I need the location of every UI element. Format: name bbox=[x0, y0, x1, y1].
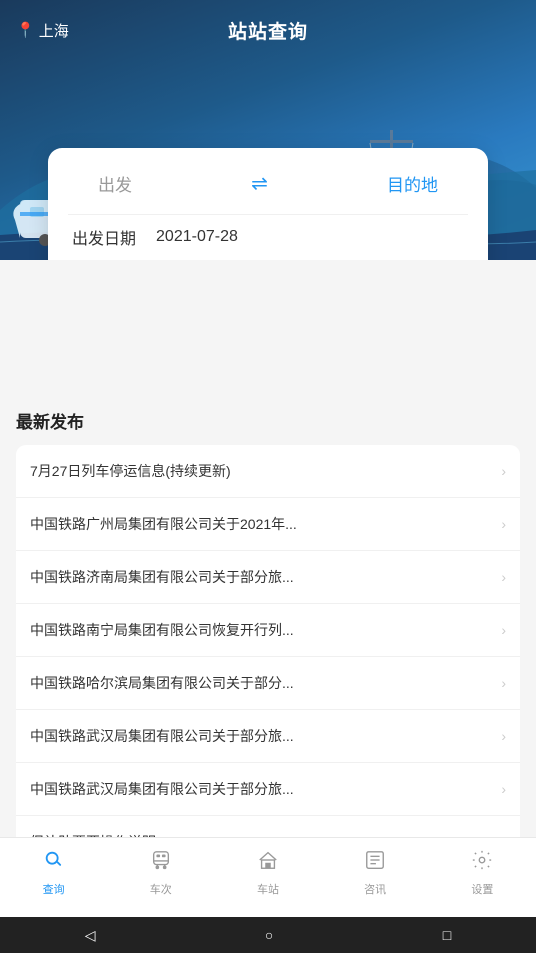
news-text: 7月27日列车停运信息(持续更新) bbox=[30, 461, 493, 481]
news-item[interactable]: 中国铁路济南局集团有限公司关于部分旅... › bbox=[16, 551, 520, 604]
nav-label-咨讯: 咨讯 bbox=[364, 881, 386, 897]
page-title: 站站查询 bbox=[228, 17, 308, 44]
nav-label-车次: 车次 bbox=[150, 881, 172, 897]
tab-row: 出发 ⇌ 目的地 bbox=[68, 148, 468, 214]
news-text: 中国铁路武汉局集团有限公司关于部分旅... bbox=[30, 779, 493, 799]
nav-icon-设置 bbox=[471, 849, 493, 877]
nav-label-设置: 设置 bbox=[471, 881, 493, 897]
news-text: 中国铁路南宁局集团有限公司恢复开行列... bbox=[30, 620, 493, 640]
nav-icon-查询 bbox=[43, 849, 65, 877]
date-label: 出发日期 bbox=[72, 225, 136, 249]
nav-label-车站: 车站 bbox=[257, 881, 279, 897]
hero-section: 📍 上海 站站查询 出发 ⇌ 目的地 出发日期 2021-07-28 只看高铁 … bbox=[0, 0, 536, 260]
chevron-right-icon: › bbox=[501, 569, 506, 585]
chevron-right-icon: › bbox=[501, 463, 506, 479]
android-recent[interactable]: □ bbox=[443, 927, 451, 943]
top-bar: 📍 上海 站站查询 bbox=[0, 0, 536, 60]
swap-button[interactable]: ⇌ bbox=[243, 166, 277, 200]
nav-item-车次[interactable]: 车次 bbox=[131, 849, 191, 897]
location-button[interactable]: 📍 上海 bbox=[16, 20, 69, 41]
chevron-right-icon: › bbox=[501, 781, 506, 797]
main-content: 最新发布 7月27日列车停运信息(持续更新) › 中国铁路广州局集团有限公司关于… bbox=[0, 408, 536, 868]
news-item[interactable]: 中国铁路武汉局集团有限公司关于部分旅... › bbox=[16, 710, 520, 763]
nav-item-咨讯[interactable]: 咨讯 bbox=[345, 849, 405, 897]
nav-label-查询: 查询 bbox=[43, 881, 65, 897]
nav-icon-车次 bbox=[150, 849, 172, 877]
news-text: 中国铁路武汉局集团有限公司关于部分旅... bbox=[30, 726, 493, 746]
chevron-right-icon: › bbox=[501, 675, 506, 691]
android-home[interactable]: ○ bbox=[265, 927, 273, 943]
news-item[interactable]: 中国铁路哈尔滨局集团有限公司关于部分... › bbox=[16, 657, 520, 710]
bottom-nav: 查询 车次 车站 咨讯 设置 bbox=[0, 837, 536, 917]
news-item[interactable]: 中国铁路南宁局集团有限公司恢复开行列... › bbox=[16, 604, 520, 657]
chevron-right-icon: › bbox=[501, 516, 506, 532]
news-list: 7月27日列车停运信息(持续更新) › 中国铁路广州局集团有限公司关于2021年… bbox=[16, 445, 520, 868]
nav-item-车站[interactable]: 车站 bbox=[238, 849, 298, 897]
nav-icon-咨讯 bbox=[364, 849, 386, 877]
android-back[interactable]: ◁ bbox=[85, 927, 96, 944]
news-text: 中国铁路广州局集团有限公司关于2021年... bbox=[30, 514, 493, 534]
news-text: 中国铁路哈尔滨局集团有限公司关于部分... bbox=[30, 673, 493, 693]
search-card: 出发 ⇌ 目的地 出发日期 2021-07-28 只看高铁 查询 bbox=[48, 148, 488, 260]
news-text: 中国铁路济南局集团有限公司关于部分旅... bbox=[30, 567, 493, 587]
chevron-right-icon: › bbox=[501, 728, 506, 744]
tab-to[interactable]: 目的地 bbox=[387, 171, 438, 196]
location-icon: 📍 bbox=[16, 21, 35, 39]
section-title: 最新发布 bbox=[16, 408, 520, 433]
tab-from[interactable]: 出发 bbox=[98, 171, 132, 196]
swap-icon: ⇌ bbox=[251, 171, 268, 196]
news-item[interactable]: 中国铁路武汉局集团有限公司关于部分旅... › bbox=[16, 763, 520, 816]
android-nav: ◁ ○ □ bbox=[0, 917, 536, 953]
nav-item-设置[interactable]: 设置 bbox=[452, 849, 512, 897]
date-value: 2021-07-28 bbox=[156, 228, 238, 246]
chevron-right-icon: › bbox=[501, 622, 506, 638]
news-item[interactable]: 中国铁路广州局集团有限公司关于2021年... › bbox=[16, 498, 520, 551]
nav-item-查询[interactable]: 查询 bbox=[24, 849, 84, 897]
date-row[interactable]: 出发日期 2021-07-28 bbox=[68, 214, 468, 260]
nav-icon-车站 bbox=[257, 849, 279, 877]
news-item[interactable]: 7月27日列车停运信息(持续更新) › bbox=[16, 445, 520, 498]
location-text: 上海 bbox=[39, 20, 69, 41]
